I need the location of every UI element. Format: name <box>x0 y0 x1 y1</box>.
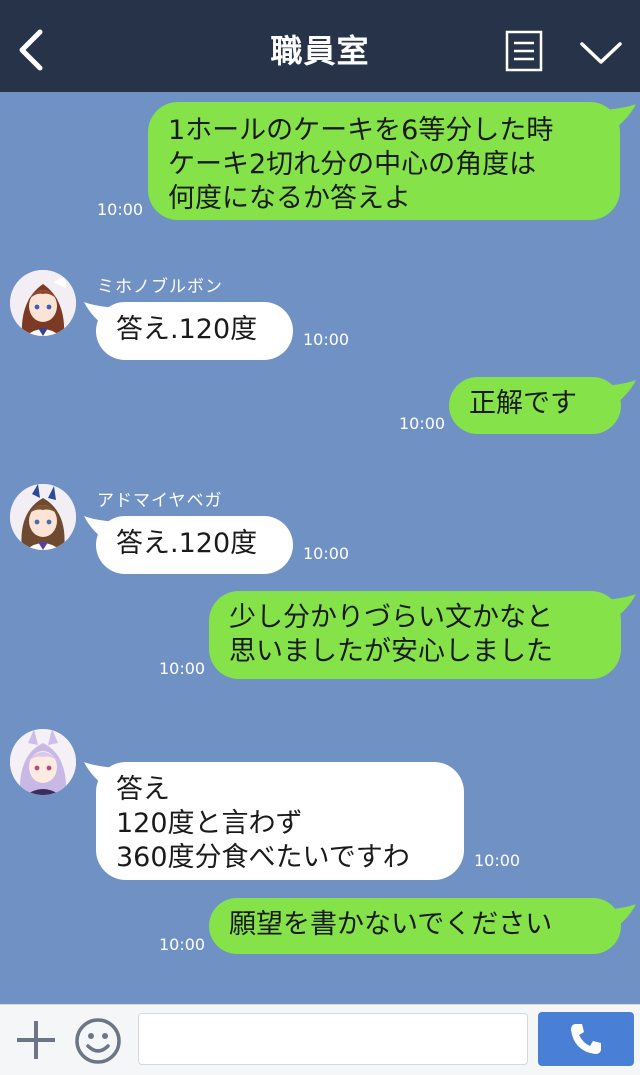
message-bubble[interactable]: 答え.120度 <box>96 302 293 360</box>
avatar[interactable] <box>10 484 76 550</box>
avatar[interactable] <box>10 270 76 336</box>
message-bubble[interactable]: 少し分かりづらい文かなと 思いましたが安心しました <box>209 591 621 679</box>
message-time: 10:00 <box>97 200 144 219</box>
message-time: 10:00 <box>303 330 350 349</box>
menu-icon[interactable] <box>505 30 543 72</box>
message-bubble[interactable]: 正解です <box>449 377 621 434</box>
message-input[interactable] <box>138 1013 528 1065</box>
message-bubble[interactable]: 1ホールのケーキを6等分した時 ケーキ2切れ分の中心の角度は 何度になるか答えよ <box>148 102 620 220</box>
emoji-icon[interactable] <box>74 1017 122 1065</box>
message-time: 10:00 <box>159 935 206 954</box>
message-bubble[interactable]: 答え.120度 <box>96 516 293 574</box>
header-bar: 職員室 <box>0 0 640 92</box>
message-bubble[interactable]: 答え 120度と言わず 360度分食べたいですわ <box>96 762 464 880</box>
avatar-image <box>10 729 76 795</box>
message-time: 10:00 <box>399 414 446 433</box>
sender-name: ミホノブルボン <box>97 277 223 297</box>
avatar-image <box>10 270 76 336</box>
avatar-image <box>10 484 76 550</box>
message-time: 10:00 <box>303 544 350 563</box>
avatar[interactable] <box>10 729 76 795</box>
sender-name: アドマイヤベガ <box>97 491 223 511</box>
plus-icon[interactable] <box>14 1018 58 1062</box>
message-time: 10:00 <box>159 659 206 678</box>
chevron-down-icon[interactable] <box>578 38 624 68</box>
call-button[interactable] <box>538 1012 634 1066</box>
chat-title: 職員室 <box>270 32 370 70</box>
message-time: 10:00 <box>474 851 521 870</box>
message-bubble[interactable]: 願望を書かないでください <box>209 898 621 954</box>
chat-area[interactable]: 1ホールのケーキを6等分した時 ケーキ2切れ分の中心の角度は 何度になるか答えよ… <box>0 92 640 1004</box>
phone-icon <box>571 1024 601 1054</box>
input-bar <box>0 1004 640 1075</box>
